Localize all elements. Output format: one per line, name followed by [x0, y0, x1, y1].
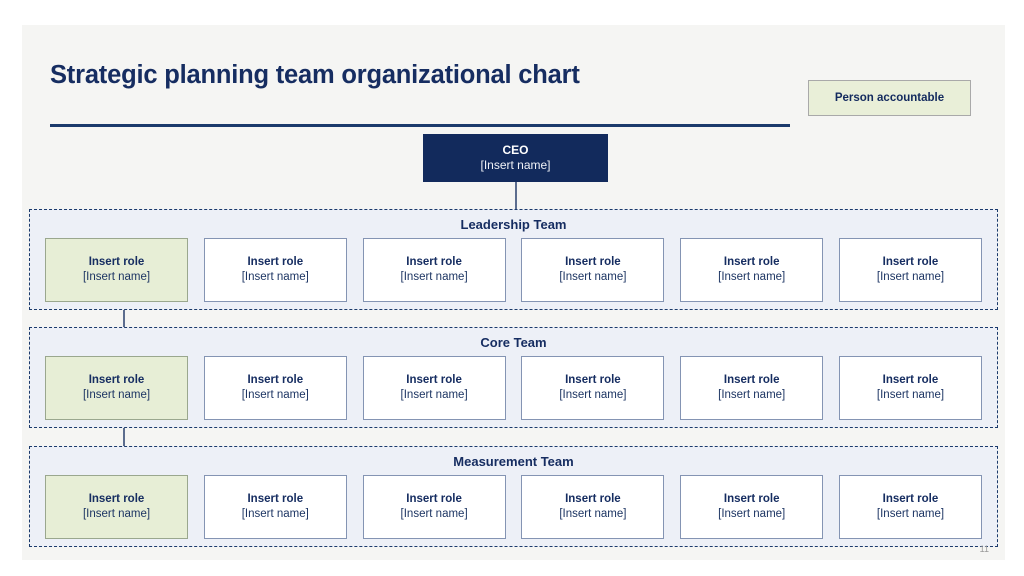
- node-person-label: [Insert name]: [718, 389, 786, 401]
- org-node[interactable]: Insert role [Insert name]: [362, 356, 506, 420]
- node-role-label: Insert role: [565, 374, 621, 387]
- section-title: Core Team: [480, 335, 547, 350]
- org-node[interactable]: Insert role [Insert name]: [680, 356, 824, 420]
- org-node[interactable]: Insert role [Insert name]: [362, 238, 506, 302]
- node-person-label: [Insert name]: [876, 508, 945, 520]
- node-role-label: Insert role: [88, 256, 145, 269]
- node-person-label: [Insert name]: [559, 508, 627, 520]
- node-role-label: Insert role: [88, 493, 145, 506]
- org-node[interactable]: Insert role [Insert name]: [838, 356, 982, 420]
- org-section-measurement-team: Measurement Team Insert role [Insert name]…: [29, 446, 998, 547]
- node-role-label: Insert role: [882, 256, 939, 269]
- org-node[interactable]: Insert role [Insert name]: [203, 356, 347, 420]
- connector-ceo-to-leadership: [515, 182, 517, 209]
- node-person-label: [Insert name]: [82, 271, 151, 283]
- node-person-label: [Insert name]: [82, 389, 151, 401]
- node-person-label: [Insert name]: [400, 389, 468, 401]
- node-role-label: Insert role: [723, 256, 780, 269]
- slide-canvas: Strategic planning team organizational c…: [22, 25, 1005, 560]
- org-node[interactable]: Insert role [Insert name]: [521, 475, 665, 539]
- node-role-label: Insert role: [882, 493, 939, 506]
- org-node[interactable]: Insert role [Insert name]: [203, 475, 347, 539]
- node-role-label: Insert role: [247, 493, 304, 506]
- node-role-label: Insert role: [88, 374, 145, 387]
- node-role-label: Insert role: [406, 374, 462, 387]
- card-row: Insert role [Insert name] Insert role [Inse…: [30, 475, 997, 539]
- card-row: Insert role [Insert name] Insert role [Inse…: [30, 356, 997, 420]
- card-row: Insert role [Insert name] Insert role [Inse…: [30, 238, 997, 302]
- node-person-label: [Insert name]: [559, 271, 627, 283]
- node-person-label: [Insert name]: [400, 508, 468, 520]
- node-person-label: [Insert name]: [82, 508, 151, 520]
- org-node-accountable[interactable]: Insert role [Insert name]: [45, 356, 188, 420]
- node-person-label: [Insert name]: [241, 508, 309, 520]
- org-node-ceo[interactable]: CEO [Insert name]: [423, 134, 608, 182]
- node-role-label: Insert role: [406, 493, 462, 506]
- section-title: Leadership Team: [460, 217, 567, 232]
- org-node[interactable]: Insert role [Insert name]: [838, 475, 982, 539]
- node-role-label: Insert role: [565, 493, 621, 506]
- node-role-label: Insert role: [247, 374, 304, 387]
- node-role-label: Insert role: [247, 256, 304, 269]
- ceo-person-label: [Insert name]: [480, 158, 551, 172]
- org-node[interactable]: Insert role [Insert name]: [521, 356, 665, 420]
- org-node-accountable[interactable]: Insert role [Insert name]: [45, 475, 188, 539]
- title-divider: [50, 124, 790, 127]
- node-person-label: [Insert name]: [241, 389, 309, 401]
- org-node[interactable]: Insert role [Insert name]: [521, 238, 665, 302]
- node-role-label: Insert role: [406, 256, 462, 269]
- org-section-core-team: Core Team Insert role [Insert name] Insert …: [29, 327, 998, 428]
- page-title: Strategic planning team organizational c…: [50, 61, 580, 89]
- legend-person-accountable: Person accountable: [808, 80, 971, 116]
- node-person-label: [Insert name]: [718, 508, 786, 520]
- org-node[interactable]: Insert role [Insert name]: [680, 238, 824, 302]
- node-person-label: [Insert name]: [241, 271, 309, 283]
- node-role-label: Insert role: [723, 493, 780, 506]
- node-person-label: [Insert name]: [876, 271, 945, 283]
- org-node[interactable]: Insert role [Insert name]: [203, 238, 347, 302]
- section-title: Measurement Team: [453, 454, 574, 469]
- node-person-label: [Insert name]: [876, 389, 945, 401]
- node-person-label: [Insert name]: [718, 271, 786, 283]
- page-number: 11: [979, 544, 989, 554]
- node-role-label: Insert role: [723, 374, 780, 387]
- org-node[interactable]: Insert role [Insert name]: [680, 475, 824, 539]
- node-person-label: [Insert name]: [559, 389, 627, 401]
- org-node[interactable]: Insert role [Insert name]: [838, 238, 982, 302]
- node-role-label: Insert role: [882, 374, 939, 387]
- legend-label: Person accountable: [834, 92, 945, 104]
- org-section-leadership-team: Leadership Team Insert role [Insert name] I…: [29, 209, 998, 310]
- org-node-accountable[interactable]: Insert role [Insert name]: [45, 238, 188, 302]
- node-person-label: [Insert name]: [400, 271, 468, 283]
- ceo-role-label: CEO: [502, 142, 529, 157]
- org-node[interactable]: Insert role [Insert name]: [362, 475, 506, 539]
- node-role-label: Insert role: [565, 256, 621, 269]
